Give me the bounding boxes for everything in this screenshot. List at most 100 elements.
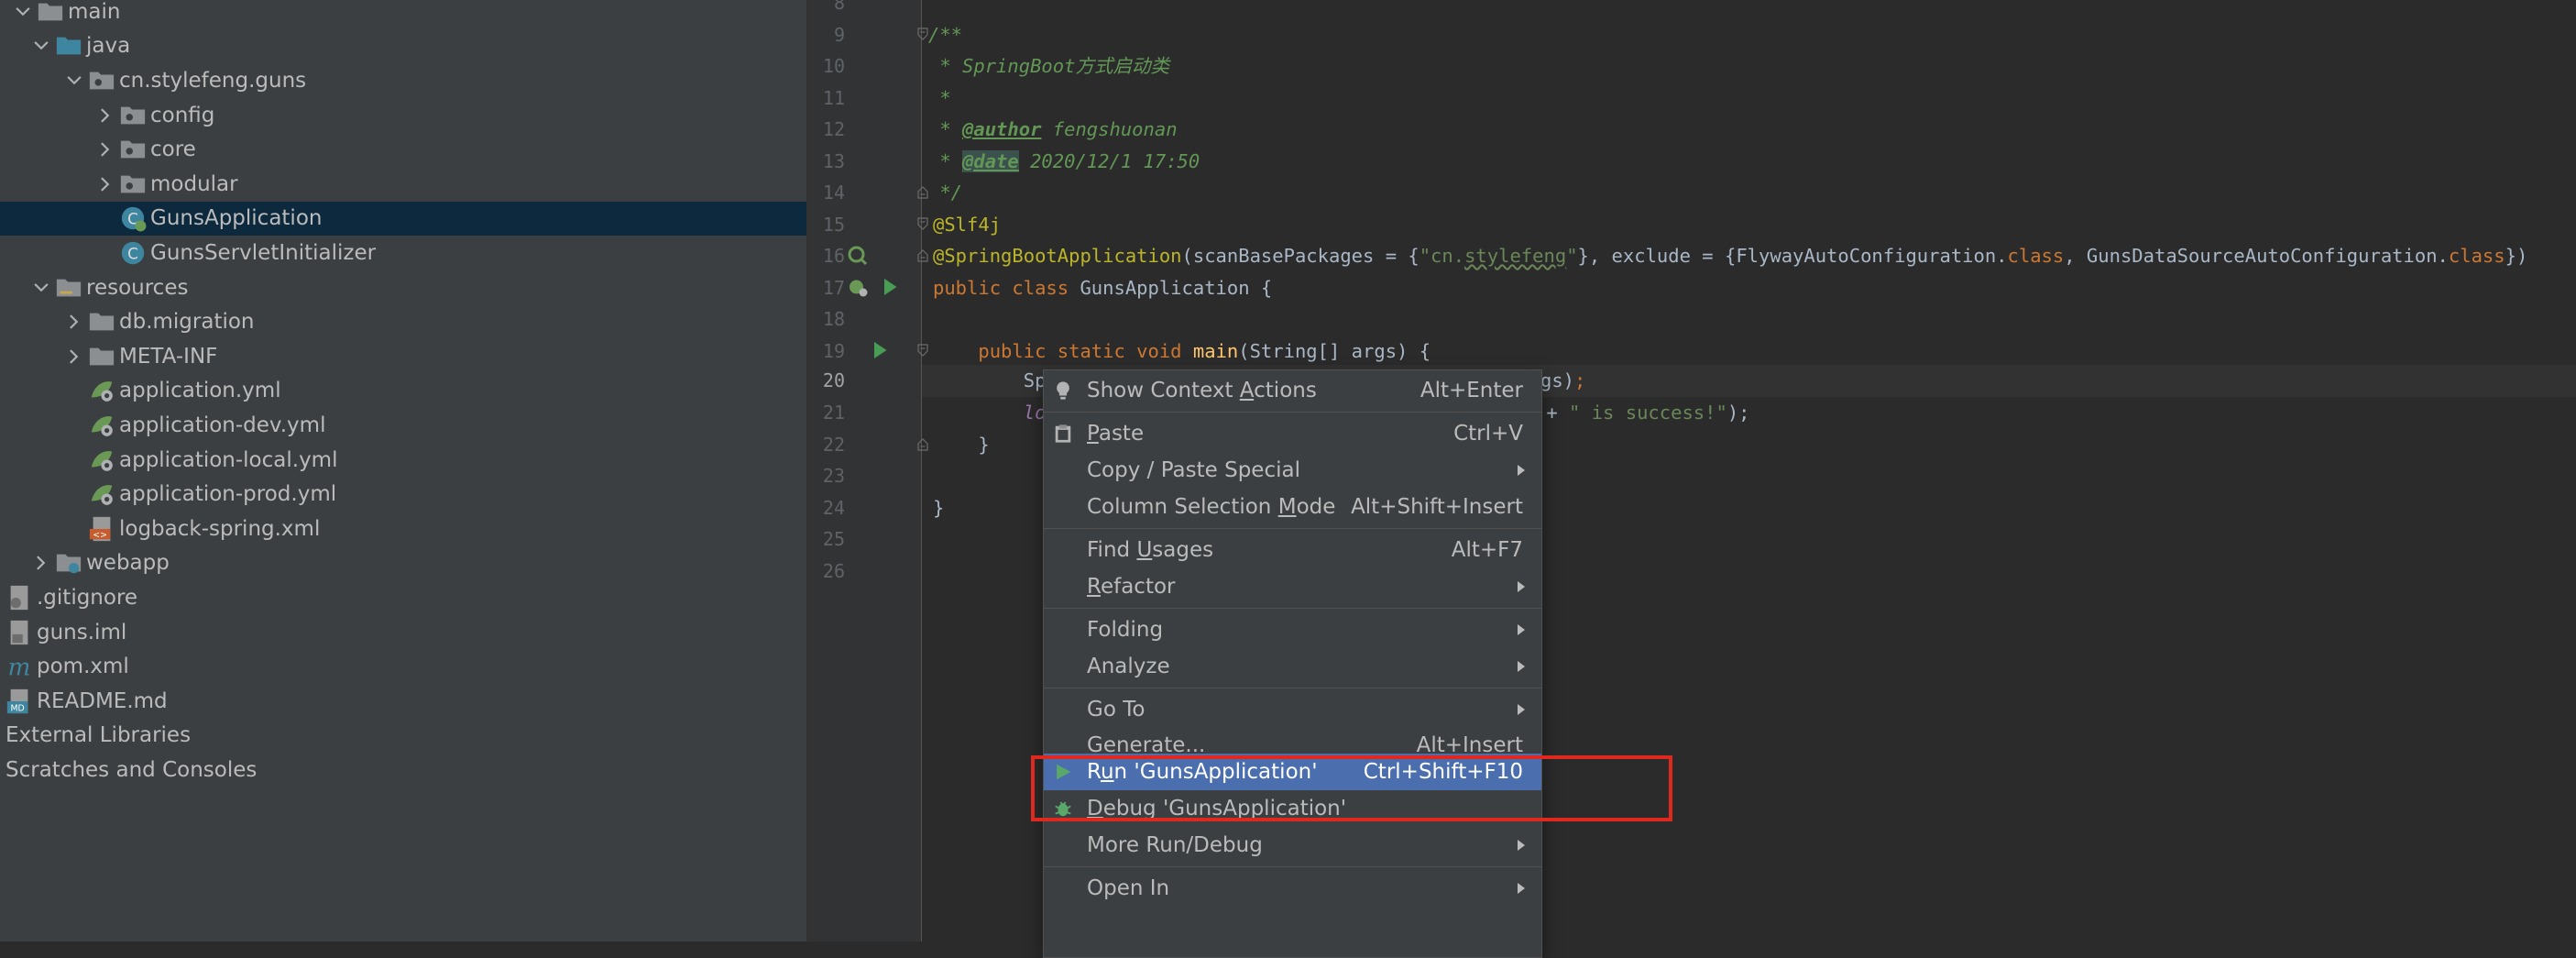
menu-item-folding[interactable]: Folding: [1044, 611, 1541, 648]
code-token: @author: [962, 118, 1042, 140]
chevron-right-icon[interactable]: [60, 343, 88, 370]
code-token: *: [928, 149, 963, 172]
tree-item-gunsservletinitializer[interactable]: C GunsServletInitializer: [0, 236, 806, 270]
chevron-down-icon[interactable]: [9, 0, 37, 26]
tree-item-label: logback-spring.xml: [119, 516, 321, 541]
tree-item-gunsapplication[interactable]: C GunsApplication: [0, 201, 806, 237]
code-line[interactable]: * @author fengshuonan: [928, 114, 1177, 146]
menu-item-refactor[interactable]: Refactor: [1044, 568, 1541, 605]
source-folder-icon: [55, 32, 82, 60]
tree-item-label: .gitignore: [37, 585, 138, 610]
code-line[interactable]: *: [928, 83, 950, 115]
code-line[interactable]: public class GunsApplication {: [933, 272, 1272, 304]
tree-item-application-yml[interactable]: application.yml: [0, 374, 806, 409]
code-line[interactable]: */: [928, 177, 962, 209]
chevron-right-icon[interactable]: [92, 102, 119, 129]
fold-marker-icon[interactable]: [915, 248, 930, 263]
code-token: main: [1192, 339, 1239, 362]
fold-marker-icon[interactable]: [915, 216, 930, 231]
tree-item-modular[interactable]: modular: [0, 167, 806, 202]
code-line-visible-tail[interactable]: gs);: [1540, 365, 1585, 397]
code-line[interactable]: @Slf4j: [933, 209, 1001, 241]
menu-separator: [1044, 866, 1541, 867]
code-token: class: [2007, 245, 2065, 267]
tree-item-cn-stylefeng-guns[interactable]: cn.stylefeng.guns: [0, 63, 806, 98]
tree-item-webapp[interactable]: webapp: [0, 546, 806, 581]
menu-item-column-selection-mode[interactable]: Column Selection Mode Alt+Shift+Insert: [1044, 489, 1541, 525]
tree-item-java[interactable]: java: [0, 29, 806, 64]
chevron-right-icon[interactable]: [60, 308, 88, 336]
line-number: 14: [822, 182, 845, 204]
tree-item-label: External Libraries: [5, 723, 192, 748]
tree-item-pom-xml[interactable]: m pom.xml: [0, 649, 806, 684]
run-gutter-icon[interactable]: [879, 276, 901, 298]
code-line[interactable]: @SpringBootApplication(scanBasePackages …: [933, 240, 2527, 272]
tree-item-label: java: [86, 34, 131, 59]
line-number: 24: [822, 496, 845, 519]
tree-item-resources[interactable]: resources: [0, 270, 806, 305]
code-line[interactable]: * @date 2020/12/1 17:50: [928, 146, 1200, 178]
line-number: 13: [822, 149, 845, 172]
line-number: 26: [822, 559, 845, 582]
spring-boot-class-icon: C: [119, 204, 147, 232]
fold-marker-icon[interactable]: [915, 343, 930, 358]
line-number: 12: [822, 118, 845, 140]
menu-item-find-usages[interactable]: Find Usages Alt+F7: [1044, 532, 1541, 568]
code-line[interactable]: }: [933, 492, 944, 524]
run-gutter-icon[interactable]: [869, 339, 891, 361]
menu-item-generate[interactable]: Generate... Alt+Insert: [1044, 728, 1541, 755]
tree-item-db-migration[interactable]: db.migration: [0, 304, 806, 339]
chevron-right-icon[interactable]: [92, 171, 119, 198]
chevron-down-icon[interactable]: [27, 32, 55, 60]
tree-item-application-prod-yml[interactable]: application-prod.yml: [0, 477, 806, 512]
tree-item-gitignore[interactable]: .gitignore: [0, 580, 806, 615]
tree-item-main[interactable]: main: [0, 0, 806, 29]
line-number: 22: [822, 433, 845, 456]
code-token: public static void: [933, 339, 1193, 362]
fold-marker-icon[interactable]: [915, 437, 930, 452]
chevron-down-icon[interactable]: [27, 274, 55, 302]
tree-item-application-local-yml[interactable]: application-local.yml: [0, 443, 806, 478]
chevron-down-icon[interactable]: [60, 67, 88, 94]
menu-item-open-in[interactable]: Open In: [1044, 870, 1541, 907]
chevron-right-icon[interactable]: [92, 136, 119, 163]
tree-item-meta-inf[interactable]: META-INF: [0, 339, 806, 374]
menu-item-go-to[interactable]: Go To: [1044, 691, 1541, 728]
code-token: stylefeng: [1464, 245, 1567, 267]
menu-item-show-context-actions[interactable]: Show Context Actions Alt+Enter: [1044, 372, 1541, 409]
tree-item-config[interactable]: config: [0, 98, 806, 133]
tree-item-scratches-and-consoles[interactable]: Scratches and Consoles: [0, 753, 806, 787]
code-token: ;: [1574, 369, 1586, 391]
code-token: @SpringBootApplication: [933, 245, 1182, 267]
code-line[interactable]: /**: [928, 19, 962, 51]
tree-item-application-dev-yml[interactable]: application-dev.yml: [0, 408, 806, 443]
spring-config-icon: [88, 480, 115, 508]
menu-item-copy-paste-special[interactable]: Copy / Paste Special: [1044, 452, 1541, 489]
tree-item-guns-iml[interactable]: guns.iml: [0, 615, 806, 650]
submenu-arrow-icon: [1518, 840, 1525, 851]
tree-item-logback-spring-xml[interactable]: <> logback-spring.xml: [0, 512, 806, 546]
tree-item-label: main: [68, 0, 121, 24]
code-token: gs): [1540, 369, 1575, 391]
code-line[interactable]: lo: [933, 397, 1047, 429]
spring-bean-search-icon[interactable]: [847, 245, 869, 267]
code-line[interactable]: * SpringBoot方式启动类: [928, 50, 1169, 83]
chevron-right-icon[interactable]: [27, 549, 55, 577]
menu-separator: [1044, 412, 1541, 413]
tree-item-readme-md[interactable]: MD README.md: [0, 684, 806, 719]
tree-item-core[interactable]: core: [0, 132, 806, 167]
code-line[interactable]: }: [933, 429, 989, 461]
menu-item-label: More Run/Debug: [1087, 833, 1263, 857]
spring-bean-icon[interactable]: [847, 276, 869, 298]
code-line-visible-tail[interactable]: + " is success!");: [1535, 397, 1749, 429]
line-number: 11: [822, 86, 845, 109]
folder-icon: [37, 0, 64, 26]
menu-item-paste[interactable]: Paste Ctrl+V: [1044, 415, 1541, 452]
code-line[interactable]: Sp: [933, 365, 1047, 397]
menu-item-label: Folding: [1087, 618, 1164, 642]
menu-item-more-run-debug[interactable]: More Run/Debug: [1044, 827, 1541, 864]
tree-item-external-libraries[interactable]: External Libraries: [0, 719, 806, 754]
folder-icon: [88, 343, 115, 370]
code-line[interactable]: public static void main(String[] args) {: [933, 336, 1431, 368]
menu-item-analyze[interactable]: Analyze: [1044, 648, 1541, 685]
